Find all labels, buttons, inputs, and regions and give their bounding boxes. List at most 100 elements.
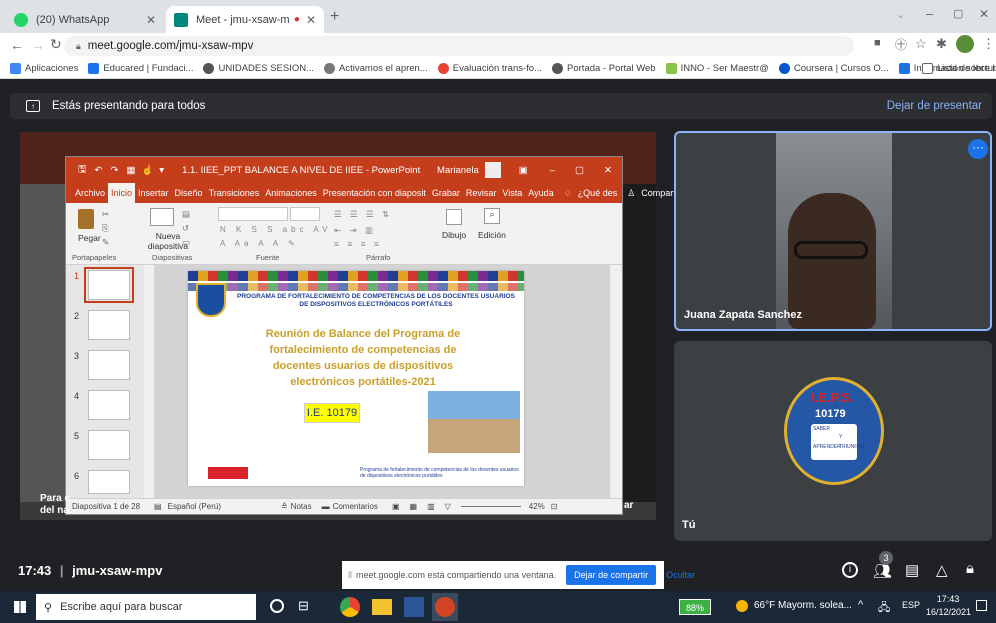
bookmark-inno[interactable]: INNO - Ser Maestr@	[665, 63, 769, 74]
network-icon[interactable]: 🖧︎	[878, 599, 890, 618]
extensions-icon[interactable]: ✱	[936, 36, 947, 52]
participant-tile-you[interactable]: I.E.P.S. 10179 SABER Y APRENDER TRIUNFAR…	[674, 341, 992, 541]
menu-animaciones[interactable]: Animaciones	[262, 188, 320, 198]
more-options-icon[interactable]: ···	[968, 139, 988, 159]
back-icon[interactable]: ←	[10, 37, 24, 53]
taskbar-search[interactable]: ⚲ Escribe aquí para buscar	[36, 594, 256, 620]
bookmark-activamos[interactable]: Activamos el apren...	[324, 63, 428, 74]
battery-indicator[interactable]: 88%	[679, 599, 711, 615]
menu-archivo[interactable]: Archivo	[72, 188, 108, 198]
format-painter-icon[interactable]: ✎	[102, 237, 109, 248]
profile-avatar[interactable]	[956, 35, 974, 53]
drag-handle-icon[interactable]: ⦀	[348, 570, 352, 581]
find-icon[interactable]: ⌕	[484, 208, 500, 224]
align-buttons[interactable]: ≡ ≡ ≡ ≡	[334, 239, 382, 249]
minimize-button[interactable]: –	[926, 6, 933, 21]
reload-icon[interactable]: ↻	[50, 36, 62, 53]
ppt-close-button[interactable]: ✕	[604, 165, 612, 176]
forward-icon[interactable]: →	[31, 37, 45, 53]
thumb-slide-1[interactable]	[88, 270, 130, 300]
notifications-icon[interactable]	[976, 600, 987, 611]
menu-presentacion[interactable]: Presentación con diaposit	[320, 188, 429, 198]
bookmark-apps[interactable]: Aplicaciones	[10, 63, 78, 74]
reading-list[interactable]: Lista de lectura	[922, 63, 996, 74]
people-icon[interactable]: 👥︎	[873, 562, 892, 580]
stop-presenting-button[interactable]: Dejar de presentar	[887, 100, 982, 112]
tab-meet[interactable]: Meet - jmu-xsaw-mpv ● ✕	[166, 6, 324, 33]
menu-inicio[interactable]: Inicio	[108, 183, 136, 203]
drawing-button[interactable]: Dibujo	[442, 230, 466, 240]
slideshow-icon[interactable]: ▽	[445, 502, 451, 511]
task-view-icon[interactable]: ⊟	[298, 598, 309, 614]
stop-sharing-button[interactable]: Dejar de compartir	[566, 565, 657, 585]
thumb-slide-2[interactable]	[88, 310, 130, 340]
undo-icon[interactable]: ↶	[95, 165, 103, 176]
participant-tile-juana[interactable]: ··· Juana Zapata Sanchez	[674, 131, 992, 331]
tab-search-icon[interactable]: ⌄	[896, 8, 905, 21]
close-window-button[interactable]: ✕	[979, 7, 989, 21]
thumb-slide-6[interactable]	[88, 470, 130, 494]
editing-button[interactable]: Edición	[478, 230, 506, 240]
section-icon[interactable]: ▭	[182, 237, 190, 248]
powerpoint-taskbar-button[interactable]	[432, 593, 458, 621]
bookmark-educared[interactable]: Educared | Fundaci...	[88, 63, 193, 74]
tray-expand-icon[interactable]: ^	[858, 599, 863, 611]
editor-scrollbar[interactable]	[610, 265, 622, 498]
comments-button[interactable]: Comentarios	[333, 502, 378, 511]
more-bookmarks-icon[interactable]: »	[904, 63, 909, 74]
windows-start-icon[interactable]	[14, 601, 26, 613]
sorter-view-icon[interactable]: ▦	[410, 502, 418, 511]
ribbon-display-icon[interactable]: ▣	[519, 165, 528, 176]
new-tab-button[interactable]: +	[330, 8, 339, 26]
normal-view-icon[interactable]: ▣	[392, 502, 400, 511]
input-language[interactable]: ESP	[902, 600, 920, 610]
menu-icon[interactable]: ⋮	[982, 36, 995, 52]
language-indicator[interactable]: Español (Perú)	[168, 502, 221, 511]
thumbs-scrollbar[interactable]	[144, 265, 154, 498]
reset-icon[interactable]: ↺	[182, 223, 189, 234]
list-buttons[interactable]: ☰ ☰ ☰ ⇅	[334, 209, 392, 220]
font-format-buttons[interactable]: N K S S abc AV	[220, 225, 331, 234]
paste-icon[interactable]	[78, 209, 94, 229]
customize-icon[interactable]: ▾	[159, 165, 164, 176]
menu-revisar[interactable]: Revisar	[463, 188, 500, 198]
menu-vista[interactable]: Vista	[499, 188, 525, 198]
translate-icon[interactable]: ㊉	[895, 36, 907, 53]
save-icon[interactable]: 🖫︎	[78, 162, 87, 179]
menu-transiciones[interactable]: Transiciones	[206, 188, 263, 198]
address-bar[interactable]: 🔒︎ meet.google.com/jmu-xsaw-mpv	[64, 36, 854, 56]
layout-icon[interactable]: ▤	[182, 209, 190, 220]
ppt-minimize-button[interactable]: –	[550, 165, 555, 176]
bookmark-coursera[interactable]: Coursera | Cursos O...	[778, 63, 889, 74]
new-slide-icon[interactable]	[150, 208, 174, 226]
close-tab-icon[interactable]: ✕	[306, 13, 316, 27]
zoom-slider[interactable]	[460, 506, 521, 507]
zoom-level[interactable]: 42%	[529, 502, 545, 511]
maximize-button[interactable]: ▢	[953, 7, 963, 20]
thumb-slide-3[interactable]	[88, 350, 130, 380]
camera-icon[interactable]: ■	[874, 37, 881, 49]
chat-icon[interactable]: ▤	[905, 561, 919, 579]
activities-icon[interactable]: △	[936, 561, 948, 579]
redo-icon[interactable]: ↷	[111, 165, 119, 176]
menu-insertar[interactable]: Insertar	[135, 188, 172, 198]
notes-button[interactable]: Notas	[291, 502, 312, 511]
spellcheck-icon[interactable]: ▤	[154, 502, 162, 511]
touch-icon[interactable]: ☝	[141, 165, 153, 176]
paste-button[interactable]: Pegar	[78, 233, 101, 243]
font-size-select[interactable]	[290, 207, 320, 221]
tell-me-search[interactable]: ¿Qué des	[575, 188, 621, 198]
reading-view-icon[interactable]: ▥	[427, 502, 435, 511]
host-controls-icon[interactable]: 🔒︎	[966, 560, 974, 577]
file-explorer-icon[interactable]	[372, 599, 392, 615]
presentation-icon[interactable]: ▦	[126, 165, 135, 176]
menu-diseno[interactable]: Diseño	[172, 188, 206, 198]
thumb-slide-5[interactable]	[88, 430, 130, 460]
font-name-select[interactable]	[218, 207, 288, 221]
thumb-slide-4[interactable]	[88, 390, 130, 420]
shapes-icon[interactable]	[446, 209, 462, 225]
hide-button[interactable]: Ocultar	[666, 570, 695, 580]
cortana-icon[interactable]	[270, 599, 284, 613]
menu-grabar[interactable]: Grabar	[429, 188, 463, 198]
star-icon[interactable]: ☆	[915, 36, 927, 52]
